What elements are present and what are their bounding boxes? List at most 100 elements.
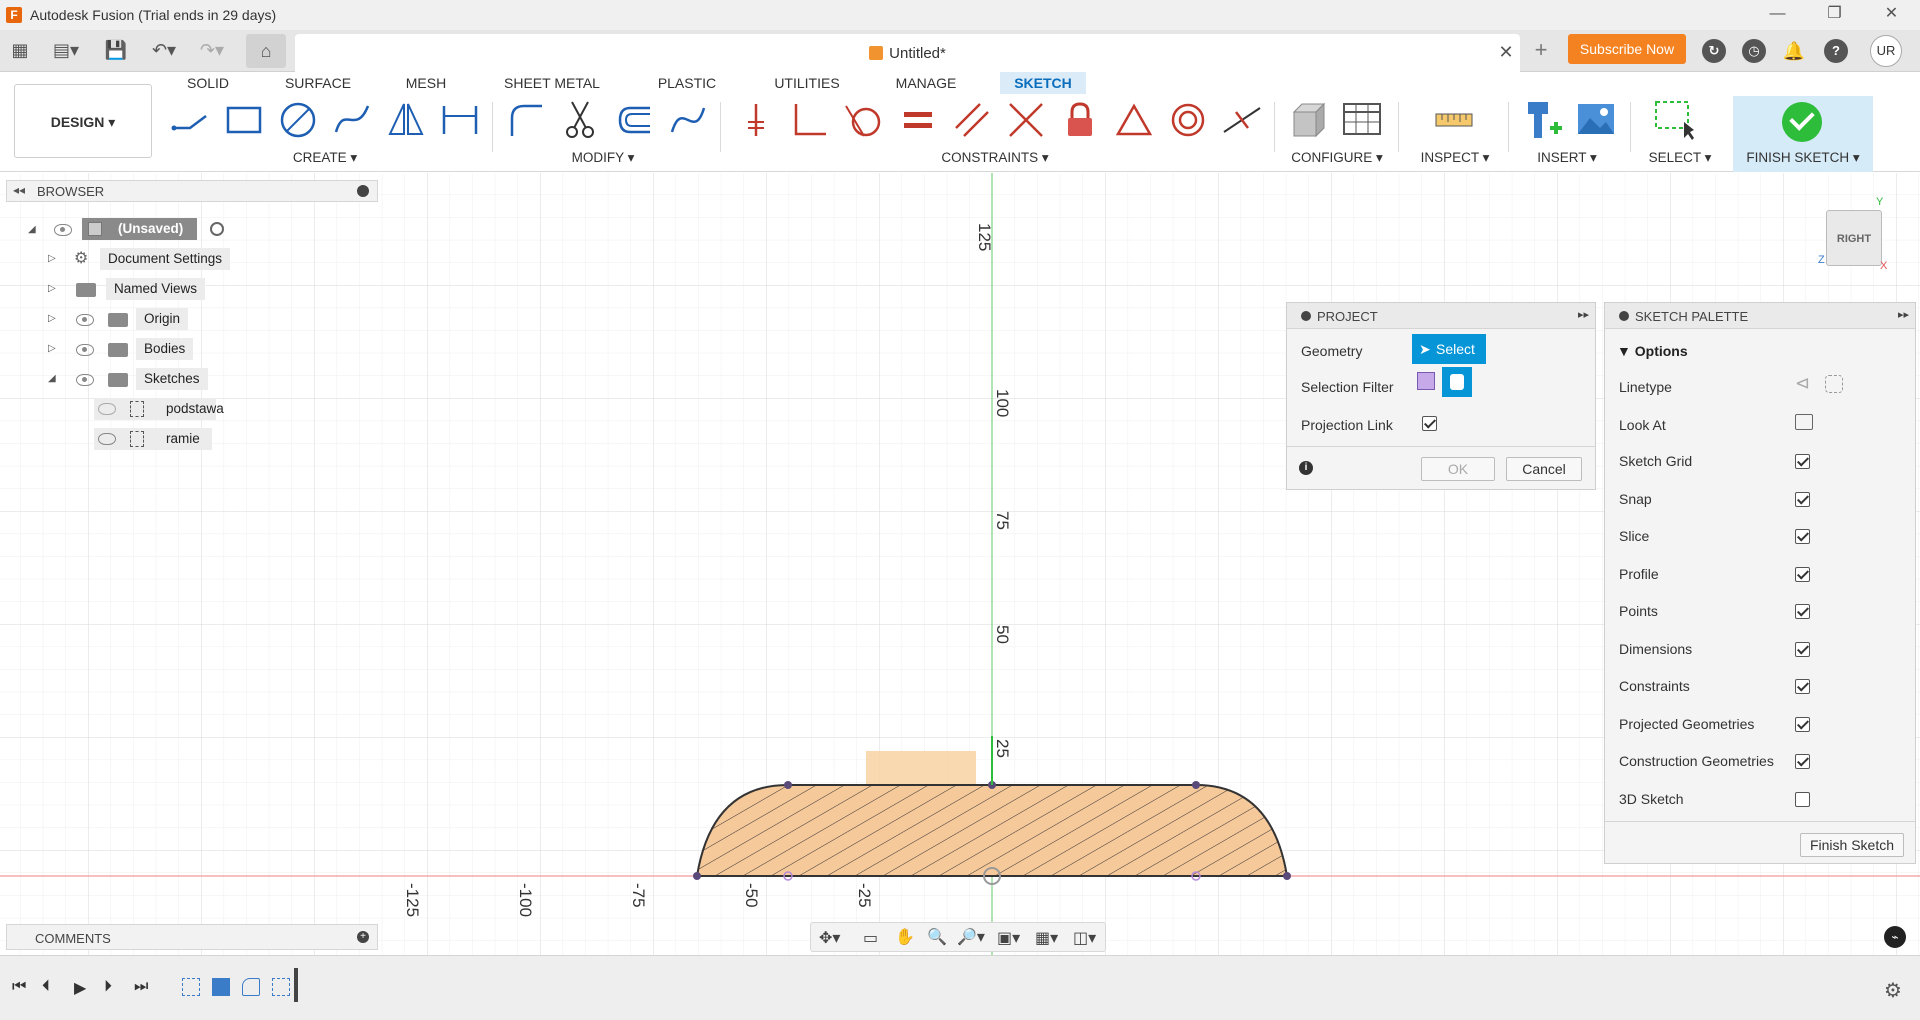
projection-link-checkbox[interactable] xyxy=(1422,416,1437,431)
notifications-bell-icon[interactable]: 🔔 xyxy=(1782,39,1806,63)
tangent-constraint-icon[interactable] xyxy=(842,98,886,142)
visibility-eye-icon[interactable] xyxy=(76,374,94,386)
sketch-item-ramie[interactable]: ramie xyxy=(94,428,212,450)
browser-item-sketches[interactable]: Sketches xyxy=(136,368,208,390)
look-at-icon[interactable] xyxy=(1795,414,1813,430)
configure-menu[interactable]: CONFIGURE ▾ xyxy=(1284,150,1390,166)
ok-button[interactable]: OK xyxy=(1421,457,1495,481)
midpoint-constraint-icon[interactable] xyxy=(1220,98,1264,142)
collapse-icon[interactable]: ◢ xyxy=(48,373,56,384)
configure-box-icon[interactable] xyxy=(1286,98,1330,142)
subscribe-button[interactable]: Subscribe Now xyxy=(1568,34,1686,64)
spline-modify-icon[interactable] xyxy=(666,98,710,142)
expand-icon[interactable]: ▷ xyxy=(48,343,56,354)
line-tool-icon[interactable] xyxy=(168,98,212,142)
tab-utilities[interactable]: UTILITIES xyxy=(766,72,848,94)
palette-option-checkbox[interactable] xyxy=(1795,566,1810,582)
tab-solid[interactable]: SOLID xyxy=(178,72,238,94)
palette-option-checkbox[interactable] xyxy=(1795,529,1810,544)
new-tab-button[interactable]: + xyxy=(1528,36,1554,64)
offset-tool-icon[interactable] xyxy=(612,98,656,142)
extensions-icon[interactable]: ↻ xyxy=(1702,39,1726,63)
play-icon[interactable]: ▶ xyxy=(74,978,86,998)
restore-button[interactable]: ❐ xyxy=(1806,0,1863,30)
timeline-marker[interactable] xyxy=(294,968,298,1002)
tab-sheet-metal[interactable]: SHEET METAL xyxy=(496,72,608,94)
bodies-filter-icon[interactable] xyxy=(1442,367,1472,397)
modify-menu[interactable]: MODIFY ▾ xyxy=(548,150,658,166)
tab-surface[interactable]: SURFACE xyxy=(278,72,358,94)
configuration-table-icon[interactable] xyxy=(1340,98,1384,142)
data-panel-grid-icon[interactable]: ▦ xyxy=(8,38,32,62)
tab-mesh[interactable]: MESH xyxy=(398,72,454,94)
expand-dialog-icon[interactable]: ▸▸ xyxy=(1578,308,1589,321)
specified-entities-filter-icon[interactable] xyxy=(1417,372,1435,390)
constraints-menu[interactable]: CONSTRAINTS ▾ xyxy=(930,150,1060,166)
equal-constraint-icon[interactable] xyxy=(896,98,940,142)
add-comment-icon[interactable]: + xyxy=(357,931,369,943)
mirror-tool-icon[interactable] xyxy=(384,98,428,142)
go-to-start-icon[interactable]: ⏮ xyxy=(12,978,26,996)
expand-icon[interactable]: ▷ xyxy=(48,313,56,324)
timeline-sketch-feature-icon[interactable] xyxy=(272,978,290,996)
sketch-item-podstawa[interactable]: podstawa xyxy=(94,398,224,420)
minimize-button[interactable]: — xyxy=(1749,0,1806,30)
help-icon[interactable]: ? xyxy=(1824,39,1848,63)
zoom-window-icon[interactable]: 🔎▾ xyxy=(957,927,985,947)
insert-mcmaster-icon[interactable] xyxy=(1520,98,1564,142)
browser-item-named-views[interactable]: Named Views xyxy=(106,278,206,300)
visibility-eye-icon[interactable] xyxy=(76,344,94,356)
select-menu[interactable]: SELECT ▾ xyxy=(1636,150,1724,166)
text-commands-icon[interactable]: ⌁ xyxy=(1884,926,1906,948)
window-select-icon[interactable] xyxy=(1652,98,1696,142)
visibility-eye-icon[interactable] xyxy=(54,224,72,236)
workspace-switcher-button[interactable]: DESIGN ▾ xyxy=(14,84,152,158)
go-to-end-icon[interactable]: ⏭ xyxy=(134,978,148,996)
fillet-tool-icon[interactable] xyxy=(504,98,548,142)
insert-image-icon[interactable] xyxy=(1574,98,1618,142)
timeline-sketch-feature-icon[interactable] xyxy=(182,978,200,996)
coincident-constraint-icon[interactable] xyxy=(734,98,778,142)
palette-option-checkbox[interactable] xyxy=(1795,604,1810,619)
geometry-select-button[interactable]: ➤ Select xyxy=(1412,334,1486,364)
collapse-browser-icon[interactable]: ◂◂ xyxy=(13,183,25,197)
redo-icon[interactable]: ↷▾ xyxy=(194,38,230,62)
file-menu-icon[interactable]: ▤▾ xyxy=(48,38,84,62)
collinear-constraint-icon[interactable] xyxy=(1004,98,1048,142)
timeline-revolve-feature-icon[interactable] xyxy=(242,978,260,996)
browser-pin-icon[interactable] xyxy=(357,185,369,197)
circle-tool-icon[interactable] xyxy=(276,98,320,142)
step-forward-icon[interactable]: ⏵ xyxy=(104,978,112,996)
parallel-constraint-icon[interactable] xyxy=(950,98,994,142)
palette-option-checkbox[interactable] xyxy=(1795,641,1810,657)
active-radio-icon[interactable] xyxy=(210,222,224,236)
inspect-menu[interactable]: INSPECT ▾ xyxy=(1410,150,1500,166)
trim-scissors-icon[interactable] xyxy=(558,98,602,142)
expand-palette-icon[interactable]: ▸▸ xyxy=(1898,308,1909,321)
expand-icon[interactable]: ▷ xyxy=(48,283,56,294)
symmetry-triangle-icon[interactable] xyxy=(1112,98,1156,142)
close-tab-button[interactable]: ✕ xyxy=(1496,42,1516,63)
viewports-icon[interactable]: ◫▾ xyxy=(1073,928,1096,948)
undo-icon[interactable]: ↶▾ xyxy=(146,38,182,62)
info-icon[interactable]: i xyxy=(1299,461,1313,475)
visibility-eye-icon[interactable] xyxy=(98,433,116,445)
perpendicular-constraint-icon[interactable] xyxy=(788,98,832,142)
measure-ruler-icon[interactable] xyxy=(1432,98,1476,142)
job-status-icon[interactable]: ◷ xyxy=(1742,39,1766,63)
finish-sketch-check-icon[interactable] xyxy=(1782,102,1822,142)
hidden-eye-icon[interactable] xyxy=(98,403,116,415)
palette-option-checkbox[interactable] xyxy=(1795,454,1810,469)
finish-sketch-button[interactable]: Finish Sketch xyxy=(1800,833,1904,857)
tab-plastic[interactable]: PLASTIC xyxy=(648,72,726,94)
document-tab[interactable]: Untitled* ✕ xyxy=(295,34,1520,72)
look-at-nav-icon[interactable]: ▭ xyxy=(863,928,878,948)
browser-item-bodies[interactable]: Bodies xyxy=(136,338,194,360)
user-avatar[interactable]: UR xyxy=(1870,35,1902,67)
grid-snaps-icon[interactable]: ▦▾ xyxy=(1035,928,1058,948)
orbit-icon[interactable]: ✥▾ xyxy=(819,928,840,948)
viewcube[interactable]: RIGHT xyxy=(1826,210,1882,266)
palette-option-checkbox[interactable] xyxy=(1795,754,1810,769)
options-section[interactable]: ▼ Options xyxy=(1617,343,1688,359)
palette-option-checkbox[interactable] xyxy=(1795,491,1810,507)
